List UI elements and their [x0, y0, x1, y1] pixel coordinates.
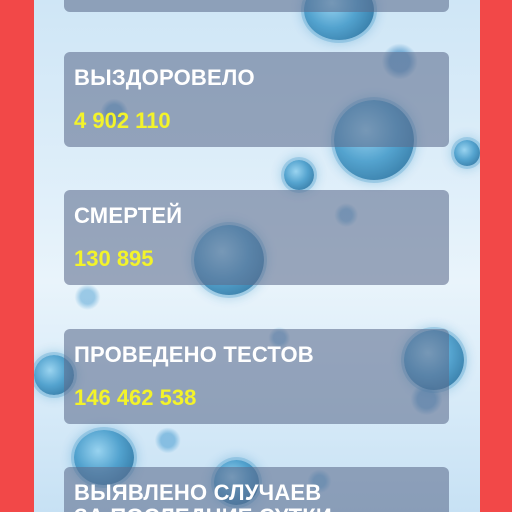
stat-card-partial	[64, 0, 449, 12]
tests-label: ПРОВЕДЕНО ТЕСТОВ	[74, 342, 314, 367]
virus-illustration	[284, 160, 314, 190]
stat-card-new-cases: ВЫЯВЛЕНО СЛУЧАЕВ ЗА ПОСЛЕДНИЕ СУТКИ	[64, 467, 449, 512]
tests-value: 146 462 538	[74, 385, 197, 410]
stats-screen: ВЫЗДОРОВЕЛО 4 902 110 СМЕРТЕЙ 130 895 ПР…	[34, 0, 480, 512]
stat-card-deaths: СМЕРТЕЙ 130 895	[64, 190, 449, 285]
virus-illustration	[454, 140, 480, 166]
new-cases-label-line2: ЗА ПОСЛЕДНИЕ СУТКИ	[74, 504, 332, 512]
deaths-label: СМЕРТЕЙ	[74, 203, 183, 228]
stat-card-recovered: ВЫЗДОРОВЕЛО 4 902 110	[64, 52, 449, 147]
stat-card-tests: ПРОВЕДЕНО ТЕСТОВ 146 462 538	[64, 329, 449, 424]
recovered-label: ВЫЗДОРОВЕЛО	[74, 65, 255, 90]
new-cases-label-line1: ВЫЯВЛЕНО СЛУЧАЕВ	[74, 480, 322, 505]
recovered-value: 4 902 110	[74, 108, 171, 133]
deaths-value: 130 895	[74, 246, 154, 271]
